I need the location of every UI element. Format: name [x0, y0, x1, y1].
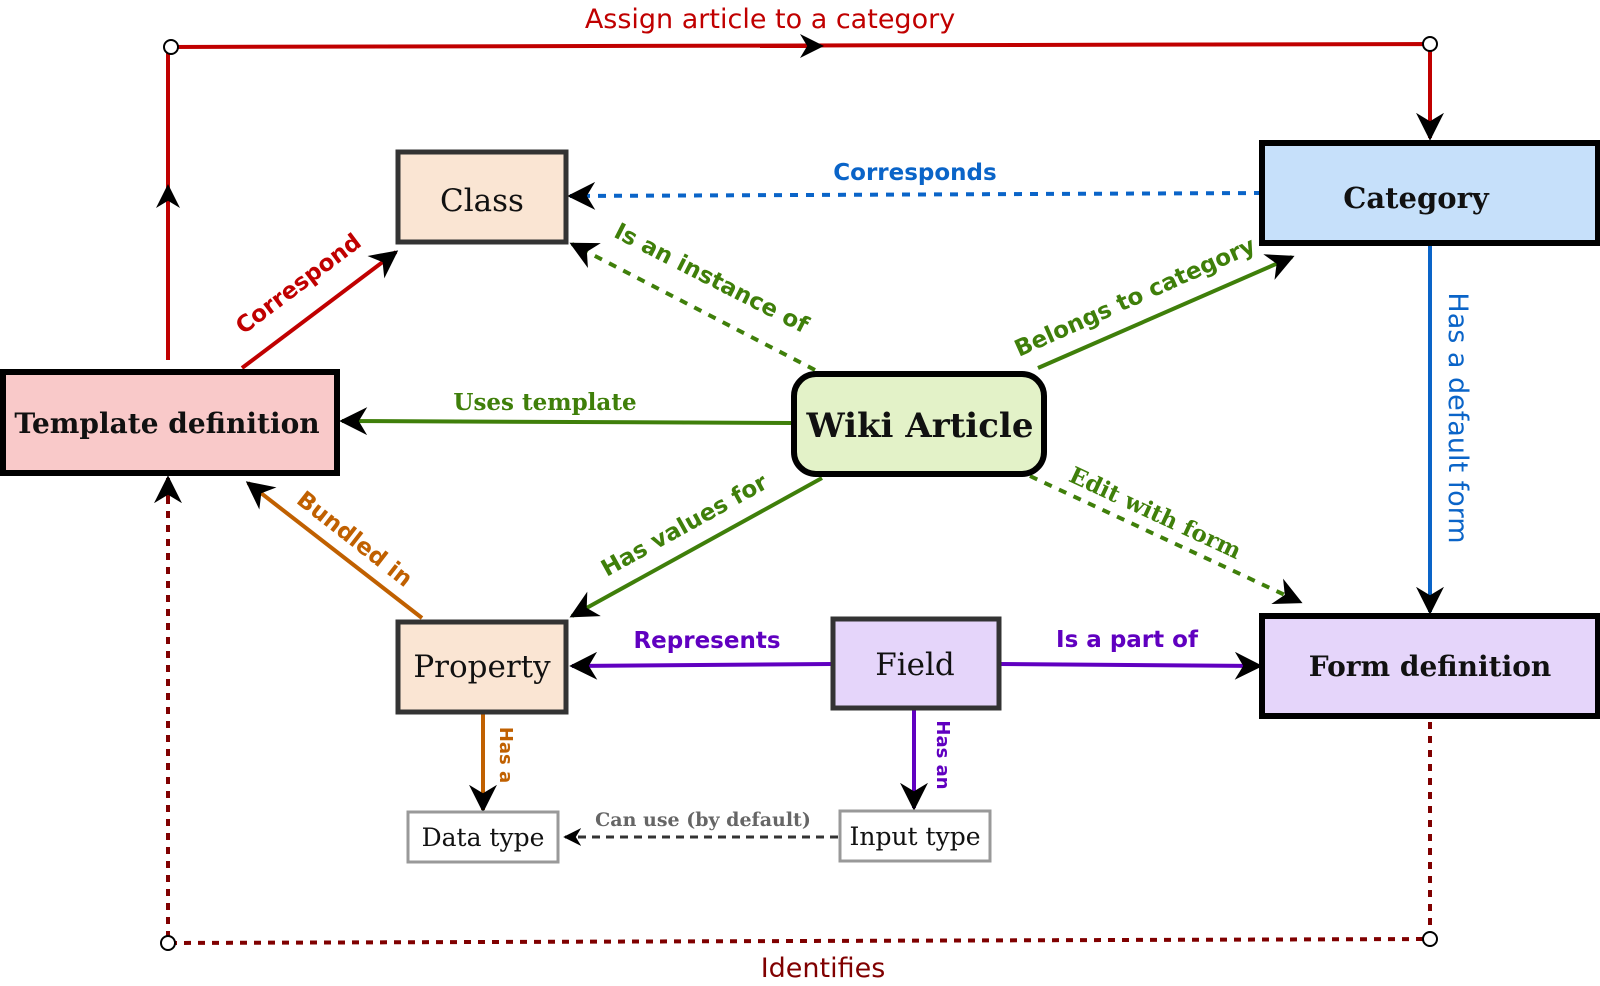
label-represents: Represents — [633, 628, 780, 654]
node-data-type[interactable]: Data type — [406, 810, 560, 864]
edge-is-part-of: Is a part of — [999, 627, 1263, 680]
label-belongs: Belongs to category — [1011, 233, 1260, 363]
edge-edit-with-form: Edit with form — [1029, 462, 1303, 605]
label-edit-form: Edit with form — [1065, 462, 1245, 565]
node-datatype-label: Data type — [422, 823, 545, 852]
label-default-form: Has a default form — [1442, 292, 1473, 543]
edge-default-form: Has a default form — [1416, 246, 1473, 615]
node-form-label: Form definition — [1309, 650, 1552, 683]
edge-represents: Represents — [569, 628, 833, 680]
node-wiki-article[interactable]: Wiki Article — [791, 371, 1047, 477]
node-input-type[interactable]: Input type — [838, 809, 992, 863]
edge-correspond: Correspond — [231, 229, 399, 370]
edge-uses-template: Uses template — [339, 389, 793, 436]
label-assign: Assign article to a category — [585, 4, 955, 35]
label-has-an: Has an — [932, 720, 953, 789]
waypoint-bottom-left — [160, 935, 176, 951]
node-class[interactable]: Class — [395, 149, 569, 245]
label-corresponds: Corresponds — [833, 160, 996, 186]
node-category-label: Category — [1343, 181, 1490, 215]
node-article-label: Wiki Article — [806, 406, 1034, 446]
edge-corresponds: Corresponds — [567, 160, 1263, 210]
label-uses-template: Uses template — [453, 389, 636, 416]
label-identifies: Identifies — [761, 953, 886, 984]
waypoint-top-left — [163, 39, 179, 55]
node-field[interactable]: Field — [830, 616, 1002, 711]
node-inputtype-label: Input type — [849, 822, 980, 851]
edge-belongs-to-category: Belongs to category — [1011, 233, 1295, 370]
node-template-definition[interactable]: Template definition — [0, 369, 340, 476]
node-property-label: Property — [413, 649, 551, 685]
edge-has-a: Has a — [469, 714, 516, 813]
node-property[interactable]: Property — [395, 619, 569, 715]
waypoint-top-right — [1422, 36, 1438, 52]
waypoint-bottom-right — [1422, 931, 1438, 947]
edge-has-values-for: Has values for — [569, 469, 823, 618]
label-bundled: Bundled in — [292, 486, 418, 592]
node-form-definition[interactable]: Form definition — [1259, 613, 1600, 719]
label-has-values: Has values for — [597, 469, 773, 582]
edge-bundled-in: Bundled in — [245, 481, 424, 620]
edge-can-use: Can use (by default) — [563, 809, 838, 846]
label-can-use: Can use (by default) — [595, 809, 811, 831]
node-category[interactable]: Category — [1259, 140, 1600, 246]
edge-has-an: Has an — [900, 710, 953, 811]
diagram-canvas: Assign article to a category Identifies … — [0, 4, 1600, 984]
label-is-part-of: Is a part of — [1056, 627, 1199, 653]
label-has-a: Has a — [495, 727, 516, 783]
node-template-label: Template definition — [14, 407, 319, 440]
node-class-label: Class — [440, 183, 524, 219]
node-field-label: Field — [875, 647, 955, 683]
edge-assign-article-to-category: Assign article to a category — [156, 4, 1444, 360]
edge-instance-of: Is an instance of — [569, 219, 816, 372]
